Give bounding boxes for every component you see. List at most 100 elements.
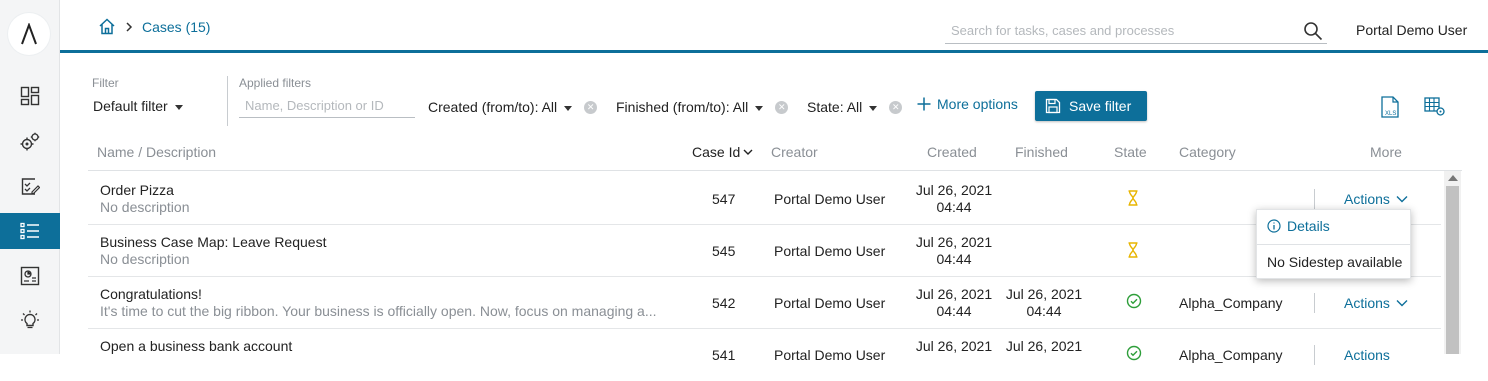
case-creator: Portal Demo User — [774, 243, 886, 259]
filter-select[interactable]: Default filter — [93, 98, 183, 114]
sidebar — [0, 0, 60, 354]
created-date: Jul 26, 2021 — [915, 286, 993, 302]
table-row[interactable]: Open a business bank account 541 Portal … — [88, 329, 1441, 381]
state-filter[interactable]: State: All ✕ — [807, 99, 903, 115]
sidebar-item-cases[interactable] — [0, 213, 60, 249]
lightbulb-icon — [21, 310, 39, 329]
actions-divider — [1314, 189, 1315, 209]
caret-down-icon — [174, 104, 183, 110]
hourglass-icon — [1128, 190, 1138, 206]
case-finished: Jul 26, 2021 — [1002, 338, 1086, 355]
case-description: No description — [100, 251, 190, 267]
actions-button[interactable]: Actions — [1344, 191, 1408, 207]
column-header-category[interactable]: Category — [1179, 144, 1236, 160]
case-creator: Portal Demo User — [774, 191, 886, 207]
case-id: 545 — [712, 243, 736, 259]
sidebar-item-ideas[interactable] — [0, 302, 60, 338]
case-id: 542 — [712, 295, 736, 311]
filter-label: Filter — [92, 76, 119, 90]
column-header-finished[interactable]: Finished — [1015, 144, 1068, 160]
sidebar-item-dashboard[interactable] — [0, 78, 60, 114]
list-icon — [20, 222, 39, 240]
actions-button[interactable]: Actions — [1344, 347, 1390, 363]
column-header-state[interactable]: State — [1114, 144, 1147, 160]
column-header-creator[interactable]: Creator — [771, 144, 818, 160]
breadcrumb: Cases (15) — [98, 18, 210, 35]
sidebar-item-statistics[interactable] — [0, 258, 60, 294]
case-category: Alpha_Company — [1179, 347, 1283, 363]
case-created: Jul 26, 2021 04:44 — [912, 182, 996, 216]
home-icon[interactable] — [98, 18, 116, 35]
search-icon[interactable] — [1303, 21, 1323, 41]
table-row[interactable]: Order Pizza No description 547 Portal De… — [88, 173, 1441, 225]
menu-divider — [1257, 244, 1410, 245]
sort-desc-icon — [743, 149, 753, 155]
case-description: It's time to cut the big ribbon. Your bu… — [100, 303, 657, 319]
breadcrumb-cases[interactable]: Cases (15) — [142, 19, 210, 35]
table-row[interactable]: Business Case Map: Leave Request No desc… — [88, 225, 1441, 277]
top-bar: Cases (15) Portal Demo User — [60, 0, 1488, 53]
table-row[interactable]: Congratulations! It's time to cut the bi… — [88, 277, 1441, 329]
actions-label: Actions — [1344, 295, 1390, 311]
check-circle-icon — [1126, 293, 1142, 309]
created-filter-label: Created (from/to): All — [428, 99, 558, 115]
filter-select-value: Default filter — [93, 98, 168, 114]
actions-label: Actions — [1344, 191, 1390, 207]
state-filter-label: State: All — [807, 99, 863, 115]
save-icon — [1045, 98, 1061, 114]
menu-item-details[interactable]: Details — [1267, 218, 1330, 234]
logo-icon — [21, 23, 37, 45]
finished-filter[interactable]: Finished (from/to): All ✕ — [616, 99, 789, 115]
case-name: Order Pizza — [100, 182, 174, 198]
case-created: Jul 26, 2021 — [912, 338, 996, 355]
column-header-case-id[interactable]: Case Id — [692, 144, 753, 160]
export-xls-icon[interactable]: XLS — [1379, 96, 1401, 118]
task-icon — [21, 178, 40, 195]
chevron-down-icon — [1396, 300, 1408, 307]
case-name: Congratulations! — [100, 286, 202, 302]
created-date: Jul 26, 2021 — [915, 338, 993, 354]
case-creator: Portal Demo User — [774, 295, 886, 311]
created-time: 04:44 — [936, 251, 972, 267]
check-circle-icon — [1126, 345, 1142, 361]
caret-down-icon — [564, 105, 573, 111]
clear-created-icon[interactable]: ✕ — [584, 100, 598, 114]
name-filter-input[interactable] — [239, 94, 415, 118]
clear-state-icon[interactable]: ✕ — [889, 100, 903, 114]
case-created: Jul 26, 2021 04:44 — [912, 234, 996, 268]
clear-finished-icon[interactable]: ✕ — [775, 100, 789, 114]
column-config-icon[interactable] — [1424, 97, 1446, 117]
scrollbar-thumb[interactable] — [1446, 186, 1459, 354]
column-header-more: More — [1370, 144, 1402, 160]
details-label: Details — [1287, 218, 1330, 234]
actions-divider — [1314, 345, 1315, 365]
header-divider — [88, 170, 1462, 171]
applied-filters-label: Applied filters — [239, 76, 312, 90]
user-menu[interactable]: Portal Demo User — [1356, 22, 1467, 38]
plus-icon — [917, 97, 931, 111]
case-name-cell: Business Case Map: Leave Request No desc… — [100, 234, 326, 267]
info-icon — [1267, 219, 1281, 233]
scroll-up-icon[interactable] — [1448, 175, 1458, 181]
column-header-created[interactable]: Created — [927, 144, 977, 160]
created-time: 04:44 — [936, 199, 972, 215]
actions-button[interactable]: Actions — [1344, 295, 1408, 311]
more-options-button[interactable]: More options — [917, 96, 1018, 112]
case-id: 541 — [712, 347, 736, 363]
actions-menu: Details No Sidestep available — [1256, 209, 1411, 279]
statistics-icon — [20, 266, 40, 286]
column-header-case-id-label: Case Id — [692, 144, 741, 160]
case-category: Alpha_Company — [1179, 295, 1283, 311]
case-name: Open a business bank account — [100, 338, 293, 354]
save-filter-button[interactable]: Save filter — [1035, 91, 1147, 121]
app-logo[interactable] — [8, 13, 50, 55]
case-creator: Portal Demo User — [774, 347, 886, 363]
case-description: No description — [100, 199, 190, 215]
search-input[interactable] — [945, 17, 1285, 43]
created-filter[interactable]: Created (from/to): All ✕ — [428, 99, 598, 115]
finished-filter-label: Finished (from/to): All — [616, 99, 749, 115]
sidebar-item-tasks[interactable] — [0, 168, 60, 204]
sidebar-item-processes[interactable] — [0, 124, 60, 160]
case-name: Business Case Map: Leave Request — [100, 234, 327, 250]
column-header-name[interactable]: Name / Description — [97, 144, 216, 160]
